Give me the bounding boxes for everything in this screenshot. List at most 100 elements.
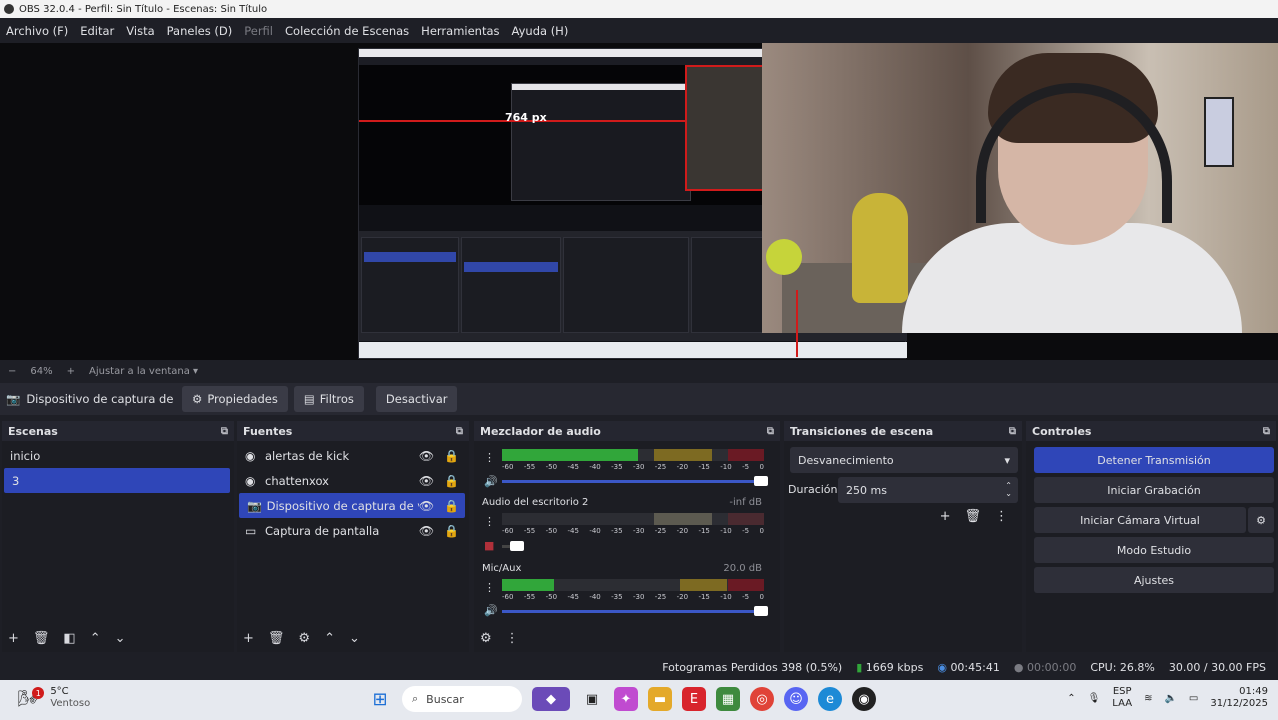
meter-green-fill [502, 579, 555, 591]
preview-canvas[interactable]: 764 px [0, 43, 1278, 360]
menu-dots-icon[interactable]: ⋮ [484, 451, 495, 464]
weather-widget[interactable]: 🌬 1 5°C Ventoso [18, 686, 90, 710]
lock-icon[interactable]: 🔒 [444, 449, 459, 463]
meter-tick-label: -30 [632, 463, 645, 471]
menu-archivo[interactable]: Archivo (F) [6, 24, 68, 38]
add-icon[interactable]: + [940, 509, 951, 524]
eye-icon[interactable]: 👁 [419, 524, 434, 538]
source-item-video-capture[interactable]: 📷 Dispositivo de captura de video 👁 🔒 [239, 493, 465, 518]
lock-icon[interactable]: 🔒 [444, 499, 459, 513]
trash-icon[interactable]: 🗑 [268, 631, 285, 646]
menu-ayuda[interactable]: Ayuda (H) [512, 24, 569, 38]
menu-dots-icon[interactable]: ⋮ [995, 509, 1008, 524]
lock-icon[interactable]: 🔒 [444, 524, 459, 538]
volume-icon[interactable]: 🔈 [1164, 693, 1176, 704]
menu-perfil[interactable]: Perfil [244, 24, 273, 38]
obs-icon[interactable]: ◉ [852, 687, 876, 711]
zoom-in-button[interactable]: + [67, 366, 75, 377]
filters-button[interactable]: ▤ Filtros [293, 386, 364, 412]
battery-icon[interactable]: ▭ [1189, 693, 1198, 704]
transition-type-value: Desvanecimiento [798, 453, 894, 467]
minecraft-icon[interactable]: ▦ [716, 687, 740, 711]
lock-icon[interactable]: 🔒 [444, 474, 459, 488]
source-item-alertas[interactable]: ◉ alertas de kick 👁 🔒 [237, 443, 469, 468]
undock-icon[interactable]: ⧉ [456, 426, 463, 437]
undock-icon[interactable]: ⧉ [767, 426, 774, 437]
volume-knob[interactable] [510, 541, 524, 551]
studio-mode-button[interactable]: Modo Estudio [1034, 537, 1274, 563]
discord-icon[interactable]: ☺ [784, 687, 808, 711]
undock-icon[interactable]: ⧉ [221, 426, 228, 437]
undock-icon[interactable]: ⧉ [1263, 426, 1270, 437]
task-view-icon[interactable]: ▣ [580, 687, 604, 711]
start-recording-button[interactable]: Iniciar Grabación [1034, 477, 1274, 503]
level-meter [502, 513, 764, 525]
meter-tick-label: -10 [720, 463, 732, 471]
source-item-screen-capture[interactable]: ▭ Captura de pantalla 👁 🔒 [237, 518, 469, 543]
menu-vista[interactable]: Vista [126, 24, 154, 38]
trash-icon[interactable]: 🗑 [33, 631, 50, 646]
taskbar-search[interactable]: ⌕ Buscar [402, 686, 522, 712]
move-down-icon[interactable]: ⌄ [115, 631, 126, 646]
menu-paneles[interactable]: Paneles (D) [167, 24, 233, 38]
volume-knob[interactable] [754, 606, 768, 616]
volume-slider[interactable] [502, 606, 768, 616]
menu-dots-icon[interactable]: ⋮ [506, 631, 519, 646]
controls-title: Controles [1032, 424, 1092, 438]
stop-stream-button[interactable]: Detener Transmisión [1034, 447, 1274, 473]
menu-coleccion-escenas[interactable]: Colección de Escenas [285, 24, 409, 38]
controls-dock: Controles ⧉ Detener Transmisión Iniciar G… [1026, 421, 1276, 652]
duration-spinbox[interactable]: 250 ms ⌃ ⌄ [838, 477, 1018, 503]
add-icon[interactable]: + [8, 631, 19, 646]
eye-icon[interactable]: 👁 [419, 474, 434, 488]
move-up-icon[interactable]: ⌃ [90, 631, 101, 646]
chevron-up-icon[interactable]: ⌃ [1067, 693, 1075, 704]
virtual-camera-button[interactable]: Iniciar Cámara Virtual [1034, 507, 1246, 533]
transition-type-select[interactable]: Desvanecimiento ▾ [790, 447, 1018, 473]
move-down-icon[interactable]: ⌄ [349, 631, 360, 646]
widgets-icon[interactable]: ◆ [532, 687, 570, 711]
spin-arrows-icon[interactable]: ⌃ ⌄ [1005, 482, 1012, 498]
menu-editar[interactable]: Editar [80, 24, 114, 38]
meter-yellow-zone [680, 579, 728, 591]
virtual-camera-settings-button[interactable]: ⚙ [1248, 507, 1274, 533]
wifi-icon[interactable]: ≋ [1144, 693, 1152, 704]
filter-icon[interactable]: ◧ [63, 631, 75, 646]
microphone-icon[interactable]: 🎙 [1088, 693, 1101, 704]
volume-slider[interactable] [502, 476, 768, 486]
speaker-muted-icon[interactable]: ■ [484, 539, 494, 552]
app-red-icon[interactable]: E [682, 687, 706, 711]
scene-item-inicio[interactable]: inicio [2, 443, 234, 468]
chrome-icon[interactable]: ◎ [750, 687, 774, 711]
zoom-out-button[interactable]: − [8, 366, 16, 377]
menu-dots-icon[interactable]: ⋮ [484, 515, 495, 528]
windows-start-icon[interactable]: ⊞ [368, 687, 392, 711]
zoom-fit-dropdown[interactable]: Ajustar a la ventana ▾ [89, 366, 198, 377]
eye-icon[interactable]: 👁 [419, 499, 434, 513]
menu-dots-icon[interactable]: ⋮ [484, 581, 495, 594]
settings-button[interactable]: Ajustes [1034, 567, 1274, 593]
volume-slider[interactable] [502, 541, 524, 551]
clock[interactable]: 01:49 31/12/2025 [1210, 686, 1268, 710]
meter-ticks: -60 -55 -50 -45 -40 -35 -30 -25 -20 -15 -10 -5 0 [502, 463, 764, 471]
webcam-source[interactable] [762, 43, 1278, 333]
scene-item-3[interactable]: 3 [4, 468, 230, 493]
source-item-chattenxox[interactable]: ◉ chattenxox 👁 🔒 [237, 468, 469, 493]
eye-icon[interactable]: 👁 [419, 449, 434, 463]
file-explorer-icon[interactable]: ▬ [648, 687, 672, 711]
menu-herramientas[interactable]: Herramientas [421, 24, 499, 38]
properties-button[interactable]: ⚙ Propiedades [182, 386, 288, 412]
speaker-icon[interactable]: 🔊 [484, 604, 498, 617]
gear-icon[interactable]: ⚙ [298, 631, 310, 646]
edge-icon[interactable]: e [818, 687, 842, 711]
deactivate-button[interactable]: Desactivar [375, 386, 458, 412]
speaker-icon[interactable]: 🔊 [484, 475, 498, 488]
move-up-icon[interactable]: ⌃ [324, 631, 335, 646]
trash-icon[interactable]: 🗑 [964, 509, 981, 524]
add-icon[interactable]: + [243, 631, 254, 646]
language-indicator[interactable]: ESP LAA [1112, 686, 1132, 710]
copilot-icon[interactable]: ✦ [614, 687, 638, 711]
volume-knob[interactable] [754, 476, 768, 486]
gear-icon[interactable]: ⚙ [480, 631, 492, 646]
undock-icon[interactable]: ⧉ [1009, 426, 1016, 437]
